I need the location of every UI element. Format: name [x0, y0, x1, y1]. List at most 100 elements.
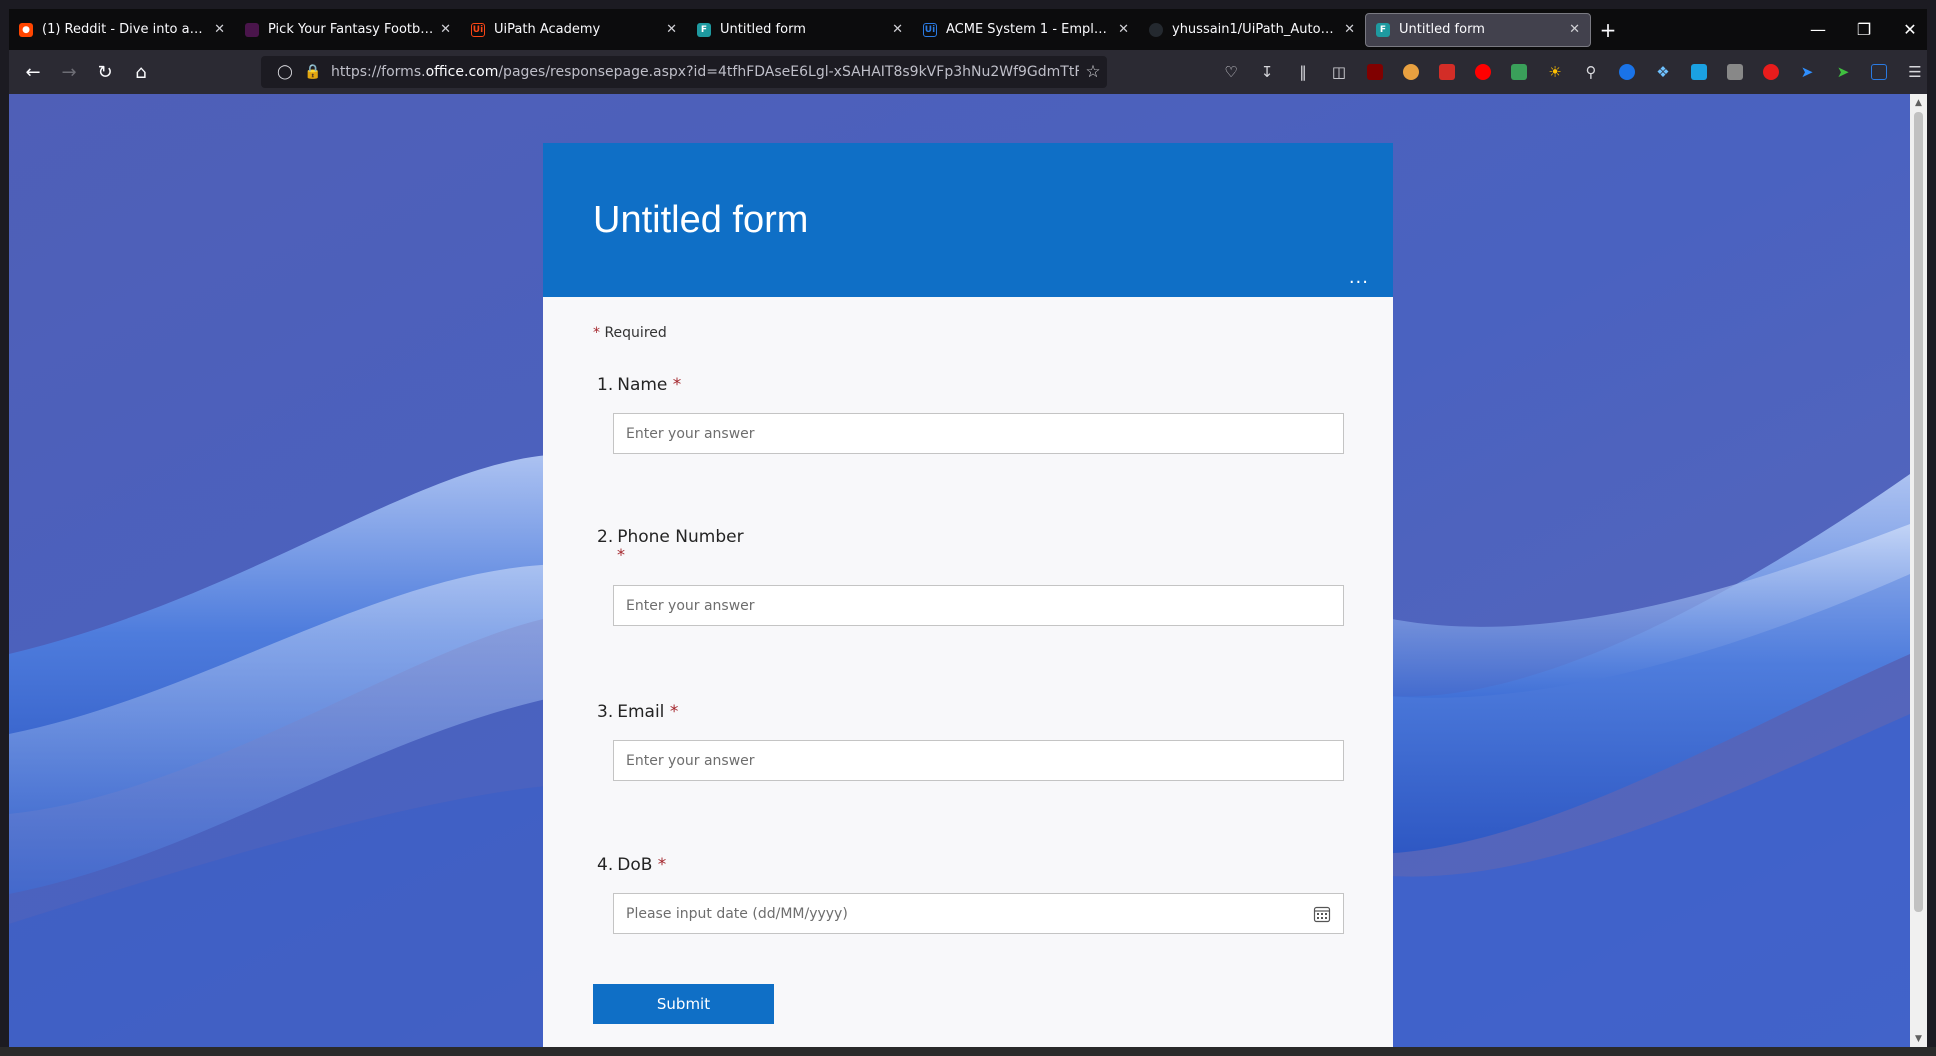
menu-icon[interactable]: ☰: [1897, 56, 1933, 88]
reload-icon[interactable]: ↻: [87, 56, 123, 88]
form-card: Untitled form ... * Required 1. Name * En…: [543, 143, 1393, 1047]
close-icon[interactable]: ✕: [666, 22, 677, 37]
question-number: 1.: [597, 375, 614, 395]
question-text: Name: [617, 375, 668, 395]
lastpass-extension-icon[interactable]: [1429, 56, 1465, 88]
green-extension-icon[interactable]: ➤: [1825, 56, 1861, 88]
email-input[interactable]: Enter your answer: [613, 740, 1344, 781]
blue-arrow-extension-icon[interactable]: ➤: [1789, 56, 1825, 88]
required-star: *: [617, 545, 625, 564]
input-placeholder: Enter your answer: [626, 425, 755, 442]
required-star: *: [672, 375, 682, 395]
close-icon[interactable]: ✕: [1569, 22, 1580, 37]
tab-acme-system[interactable]: Ui ACME System 1 - Employees ✕: [913, 13, 1139, 47]
question-email: 3. Email * Enter your answer: [597, 702, 1357, 781]
tab-label: (1) Reddit - Dive into anything: [42, 22, 209, 37]
question-number: 4.: [597, 855, 614, 875]
new-tab-button[interactable]: +: [1591, 13, 1625, 47]
scroll-up-icon[interactable]: ▲: [1910, 94, 1927, 111]
url-path: /pages/responsepage.aspx?id=4tfhFDAseE6L…: [498, 64, 1079, 80]
required-note: * Required: [593, 325, 667, 341]
download-helper-icon[interactable]: [1609, 56, 1645, 88]
question-label: 1. Name *: [597, 375, 1357, 395]
scrollbar-thumb[interactable]: [1914, 112, 1923, 912]
url-bar[interactable]: ◯ 🔒 https://forms.office.com/pages/respo…: [261, 56, 1107, 88]
input-placeholder: Please input date (dd/MM/yyyy): [626, 905, 848, 922]
puzzle-extension-icon[interactable]: ❖: [1645, 56, 1681, 88]
required-label: Required: [604, 325, 667, 341]
k-extension-icon[interactable]: [1717, 56, 1753, 88]
home-icon[interactable]: ⌂: [123, 56, 159, 88]
sidebar-icon[interactable]: ◫: [1321, 56, 1357, 88]
required-star: *: [593, 325, 600, 341]
close-icon[interactable]: ✕: [214, 22, 225, 37]
question-label: 3. Email *: [597, 702, 1357, 722]
navigation-toolbar: ← → ↻ ⌂ ◯ 🔒 https://forms.office.com/pag…: [9, 50, 1927, 94]
required-star: *: [657, 855, 667, 875]
tab-label: Pick Your Fantasy Football Team: [268, 22, 435, 37]
phone-number-input[interactable]: Enter your answer: [613, 585, 1344, 626]
shield-icon[interactable]: ◯: [271, 64, 299, 80]
close-icon[interactable]: ✕: [1344, 22, 1355, 37]
url-prefix: https://forms.: [331, 64, 426, 80]
url-text[interactable]: https://forms.office.com/pages/responsep…: [327, 64, 1079, 80]
question-number: 2.: [597, 527, 614, 547]
tampermonkey-extension-icon[interactable]: [1393, 56, 1429, 88]
close-window-icon[interactable]: ✕: [1887, 9, 1933, 50]
question-name: 1. Name * Enter your answer: [597, 375, 1357, 454]
sun-extension-icon[interactable]: ☀: [1537, 56, 1573, 88]
url-host: office.com: [425, 64, 499, 80]
name-input[interactable]: Enter your answer: [613, 413, 1344, 454]
page-viewport: Untitled form ... * Required 1. Name * En…: [9, 94, 1910, 1047]
close-icon[interactable]: ✕: [1118, 22, 1129, 37]
question-label: 2. Phone Number: [597, 527, 1357, 547]
ublock-extension-icon[interactable]: [1357, 56, 1393, 88]
question-dob: 4. DoB * Please input date (dd/MM/yyyy): [597, 855, 1357, 934]
minimize-icon[interactable]: —: [1795, 9, 1841, 50]
bookmark-star-icon[interactable]: ☆: [1079, 62, 1107, 82]
vertical-scrollbar[interactable]: ▲ ▼: [1910, 94, 1927, 1047]
browser-window: ● (1) Reddit - Dive into anything ✕ Pick…: [0, 0, 1936, 1056]
uipath-extension-icon[interactable]: [1861, 56, 1897, 88]
taskbar-strip: [0, 1047, 1936, 1056]
tab-label: Untitled form: [1399, 22, 1485, 37]
form-title: Untitled form: [593, 199, 809, 241]
question-text: Phone Number: [617, 527, 744, 547]
tab-untitled-form-active[interactable]: F Untitled form ✕: [1365, 12, 1591, 47]
question-text: DoB: [617, 855, 653, 875]
forward-icon[interactable]: →: [51, 56, 87, 88]
reddit-icon: ●: [19, 22, 33, 37]
uipath-icon: Ui: [471, 22, 485, 37]
tab-label: yhussain1/UiPath_Automation: [1172, 22, 1338, 37]
dob-input[interactable]: Please input date (dd/MM/yyyy): [613, 893, 1344, 934]
lock-icon[interactable]: 🔒: [299, 64, 327, 80]
question-label: 4. DoB *: [597, 855, 1357, 875]
tab-label: UiPath Academy: [494, 22, 601, 37]
input-placeholder: Enter your answer: [626, 597, 755, 614]
form-header: Untitled form ...: [543, 143, 1393, 297]
tab-reddit[interactable]: ● (1) Reddit - Dive into anything ✕: [9, 13, 235, 47]
library-icon[interactable]: ‖: [1285, 56, 1321, 88]
grid-extension-icon[interactable]: [1501, 56, 1537, 88]
submit-button[interactable]: Submit: [593, 984, 774, 1024]
tab-github[interactable]: yhussain1/UiPath_Automation ✕: [1139, 13, 1365, 47]
close-icon[interactable]: ✕: [892, 22, 903, 37]
close-icon[interactable]: ✕: [440, 22, 451, 37]
pocket-icon[interactable]: ♡: [1213, 56, 1249, 88]
fantasy-icon: [245, 22, 259, 37]
search-extension-icon[interactable]: ⚲: [1573, 56, 1609, 88]
calendar-extension-icon[interactable]: [1681, 56, 1717, 88]
tab-fantasy-football[interactable]: Pick Your Fantasy Football Team ✕: [235, 13, 461, 47]
restore-icon[interactable]: ❐: [1841, 9, 1887, 50]
download-icon[interactable]: ↧: [1249, 56, 1285, 88]
forms-icon: F: [1376, 22, 1390, 37]
tab-uipath-academy[interactable]: Ui UiPath Academy ✕: [461, 13, 687, 47]
calendar-icon[interactable]: [1313, 905, 1331, 923]
question-phone-number: 2. Phone Number * Enter your answer: [597, 527, 1357, 626]
more-options-icon[interactable]: ...: [1349, 267, 1369, 288]
tab-untitled-form[interactable]: F Untitled form ✕: [687, 13, 913, 47]
back-icon[interactable]: ←: [15, 56, 51, 88]
youtube-extension-icon[interactable]: [1465, 56, 1501, 88]
scroll-down-icon[interactable]: ▼: [1910, 1030, 1927, 1047]
red-extension-icon[interactable]: [1753, 56, 1789, 88]
